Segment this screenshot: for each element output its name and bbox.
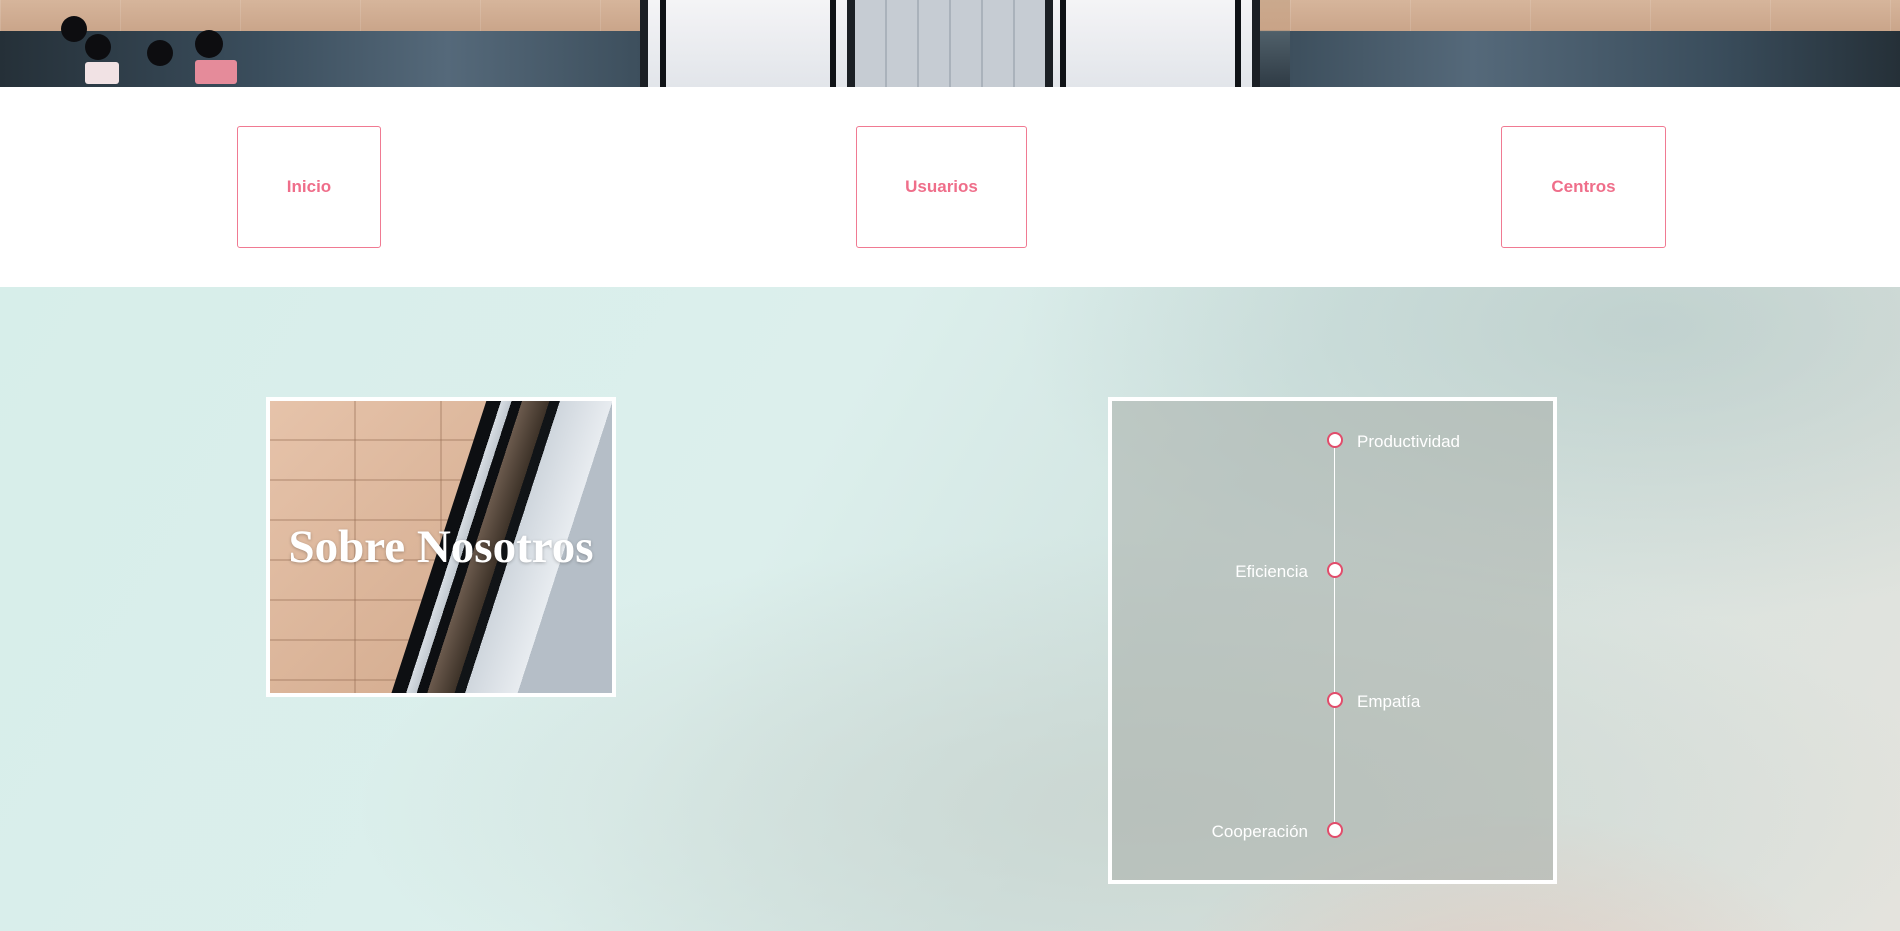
nav-inicio-button[interactable]: Inicio [237,126,381,248]
hero-rail [1060,0,1066,87]
timeline-dot [1327,692,1343,708]
about-section: Sobre Nosotros Productividad Eficiencia … [0,287,1900,931]
hero-banner-image [0,0,1900,87]
nav-centros-button[interactable]: Centros [1501,126,1666,248]
shopper-head [147,40,173,66]
value-productividad: Productividad [1357,432,1461,451]
hero-escalator-right [1045,0,1260,87]
shopper-bag [195,60,237,84]
nav-usuarios-button[interactable]: Usuarios [856,126,1027,248]
hero-glass-right [1290,31,1900,87]
hero-floor-right [1290,0,1900,31]
timeline-dot [1327,822,1343,838]
hero-rail [830,0,836,87]
hero-rail [1235,0,1241,87]
about-card: Sobre Nosotros [266,397,616,697]
main-navigation: Inicio Usuarios Centros [0,87,1900,287]
timeline-line [1334,443,1335,835]
value-eficiencia: Eficiencia [1235,562,1308,581]
hero-shoppers [55,12,275,87]
about-title: Sobre Nosotros [288,521,594,573]
shopper-bag [85,62,119,84]
value-cooperacion: Cooperación [1211,822,1308,841]
value-empatia: Empatía [1357,692,1421,711]
shopper-head [85,34,111,60]
shopper-head [61,16,87,42]
hero-rail [660,0,666,87]
timeline-dot [1327,562,1343,578]
hero-escalator-steps [855,0,1045,87]
hero-escalator-left [640,0,855,87]
shopper-head [195,30,223,58]
values-timeline-card: Productividad Eficiencia Empatía Coopera… [1108,397,1557,884]
timeline-dot [1327,432,1343,448]
